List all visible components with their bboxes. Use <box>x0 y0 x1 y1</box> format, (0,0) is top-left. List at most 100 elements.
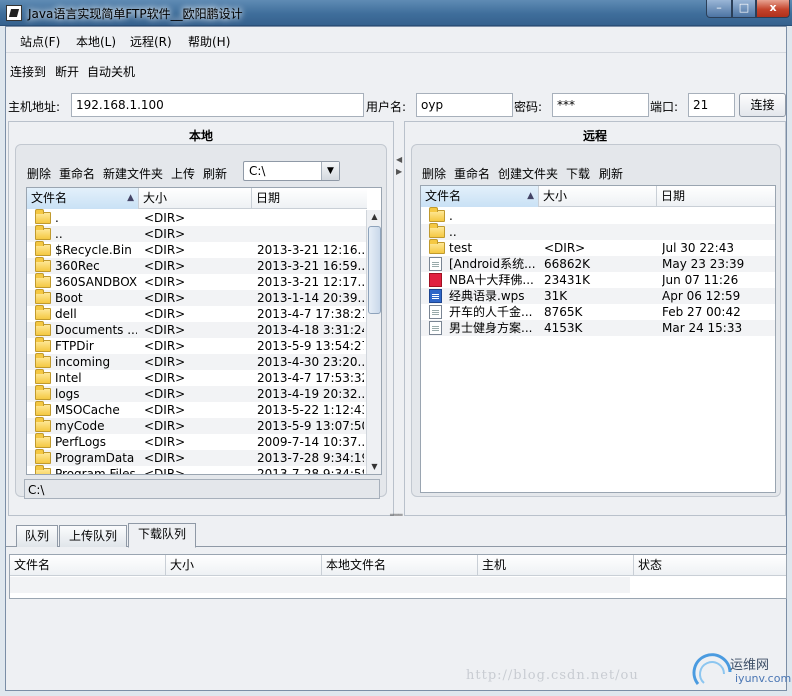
tab-upload-queue[interactable]: 上传队列 <box>59 525 127 547</box>
local-file-row[interactable]: MSOCache <DIR> 2013-5-22 1:12:43 <box>27 401 366 418</box>
drive-select[interactable]: C:\ ▼ <box>243 161 340 181</box>
close-button[interactable]: x <box>756 0 790 18</box>
remote-cell-name: . <box>449 209 453 223</box>
local-file-row[interactable]: incoming <DIR> 2013-4-30 23:20... <box>27 353 366 370</box>
maximize-button[interactable]: □ <box>732 0 756 18</box>
split-left-arrow-icon[interactable]: ◀ <box>396 155 402 164</box>
local-delete-button[interactable]: 删除 <box>27 165 51 182</box>
scroll-down-icon[interactable]: ▼ <box>367 460 381 474</box>
remote-cell-size: 8765K <box>544 305 583 319</box>
local-refresh-button[interactable]: 刷新 <box>203 165 227 182</box>
remote-cell-date: Jun 07 11:26 <box>662 273 739 287</box>
local-scrollbar[interactable]: ▲ ▼ <box>366 210 381 474</box>
local-file-row[interactable]: PerfLogs <DIR> 2009-7-14 10:37... <box>27 433 366 450</box>
auto-shutdown-button[interactable]: 自动关机 <box>87 63 135 80</box>
queue-col-local-name[interactable]: 本地文件名 <box>322 555 478 576</box>
app-icon <box>6 5 22 21</box>
local-file-row[interactable]: Intel <DIR> 2013-4-7 17:53:32 <box>27 369 366 386</box>
brand-name: 运维网 <box>730 658 770 673</box>
local-cell-size: <DIR> <box>144 275 186 289</box>
remote-file-row[interactable]: [Android系统... 66862K May 23 23:39 <box>421 256 775 272</box>
split-grip-icon[interactable]: ═══ <box>390 511 403 519</box>
local-file-row[interactable]: dell <DIR> 2013-4-7 17:38:21 <box>27 305 366 322</box>
title-bar: Java语言实现简单FTP软件__欧阳鹏设计 – □ x <box>0 0 792 26</box>
remote-file-row[interactable]: . <box>421 207 775 224</box>
local-panel-title: 本地 <box>188 129 213 143</box>
remote-file-row[interactable]: 经典语录.wps 31K Apr 06 12:59 <box>421 288 775 304</box>
disconnect-button[interactable]: 断开 <box>55 63 79 80</box>
remote-col-date[interactable]: 日期 <box>657 186 775 207</box>
menu-site[interactable]: 站点(F) <box>20 33 60 50</box>
remote-col-size[interactable]: 大小 <box>539 186 657 207</box>
local-file-row[interactable]: . <DIR> <box>27 209 366 226</box>
local-col-name[interactable]: 文件名 ▲ <box>27 188 139 209</box>
password-input[interactable]: *** <box>552 93 649 117</box>
local-cell-date: 2013-3-21 12:16... <box>257 243 364 257</box>
user-label: 用户名: <box>366 100 407 114</box>
local-cell-size: <DIR> <box>144 323 186 337</box>
remote-delete-button[interactable]: 删除 <box>422 165 446 182</box>
remote-file-row[interactable]: 开车的人千金... 8765K Feb 27 00:42 <box>421 304 775 320</box>
menu-help[interactable]: 帮助(H) <box>188 33 230 50</box>
local-file-row[interactable]: logs <DIR> 2013-4-19 20:32... <box>27 385 366 402</box>
connect-to-button[interactable]: 连接到 <box>10 63 46 80</box>
port-input[interactable]: 21 <box>688 93 735 117</box>
user-input[interactable]: oyp <box>416 93 513 117</box>
local-file-row[interactable]: ProgramData <DIR> 2013-7-28 9:34:19 <box>27 449 366 466</box>
local-file-row[interactable]: Program Files <DIR> 2013-7-28 9:34:58 <box>27 465 366 474</box>
local-cell-name: PerfLogs <box>55 435 107 449</box>
menu-local[interactable]: 本地(L) <box>76 33 116 50</box>
local-file-row[interactable]: myCode <DIR> 2013-5-9 13:07:50 <box>27 417 366 434</box>
queue-col-name[interactable]: 文件名 <box>10 555 166 576</box>
host-input[interactable]: 192.168.1.100 <box>71 93 364 117</box>
remote-refresh-button[interactable]: 刷新 <box>599 165 623 182</box>
remote-rename-button[interactable]: 重命名 <box>454 165 490 182</box>
main-window: 站点(F) 本地(L) 远程(R) 帮助(H) 连接到 断开 自动关机 主机地址… <box>5 26 787 691</box>
queue-col-host[interactable]: 主机 <box>478 555 634 576</box>
remote-file-row[interactable]: 男士健身方案... 4153K Mar 24 15:33 <box>421 320 775 336</box>
queue-col-size[interactable]: 大小 <box>166 555 322 576</box>
chevron-down-icon[interactable]: ▼ <box>321 162 339 180</box>
local-file-row[interactable]: FTPDir <DIR> 2013-5-9 13:54:27 <box>27 337 366 354</box>
local-file-row[interactable]: $Recycle.Bin <DIR> 2013-3-21 12:16... <box>27 241 366 258</box>
folder-icon <box>35 305 51 320</box>
minimize-button[interactable]: – <box>706 0 732 18</box>
port-label: 端口: <box>650 100 679 114</box>
local-file-row[interactable]: 360Rec <DIR> 2013-3-21 16:59... <box>27 257 366 274</box>
local-rename-button[interactable]: 重命名 <box>59 165 95 182</box>
local-cell-date: 2013-3-21 12:17... <box>257 275 364 289</box>
remote-file-row[interactable]: .. <box>421 223 775 240</box>
local-cell-name: Intel <box>55 371 82 385</box>
remote-col-name[interactable]: 文件名 ▲ <box>421 186 539 207</box>
queue-col-status[interactable]: 状态 <box>634 555 786 576</box>
local-col-date[interactable]: 日期 <box>252 188 367 209</box>
watermark: http://blog.csdn.net/ou <box>466 668 639 683</box>
remote-download-button[interactable]: 下载 <box>566 165 590 182</box>
local-col-name-label: 文件名 <box>31 191 68 205</box>
remote-file-row[interactable]: test <DIR> Jul 30 22:43 <box>421 239 775 256</box>
remote-cell-date: Jul 30 22:43 <box>662 241 734 255</box>
folder-icon <box>35 337 51 352</box>
local-scroll-thumb[interactable] <box>368 226 381 314</box>
remote-file-row[interactable]: NBA十大拜佛... 23431K Jun 07 11:26 <box>421 272 775 288</box>
tab-queue[interactable]: 队列 <box>16 525 58 547</box>
remote-cell-name: NBA十大拜佛... <box>449 273 534 287</box>
connect-button[interactable]: 连接 <box>739 93 786 117</box>
local-new-folder-button[interactable]: 新建文件夹 <box>103 165 163 182</box>
window-title: Java语言实现简单FTP软件__欧阳鹏设计 <box>28 7 243 21</box>
remote-table-header: 文件名 ▲ 大小 日期 <box>421 186 775 207</box>
local-cell-date: 2013-1-14 20:39... <box>257 291 364 305</box>
local-file-row[interactable]: 360SANDBOX <DIR> 2013-3-21 12:17... <box>27 273 366 290</box>
local-file-row[interactable]: .. <DIR> <box>27 225 366 242</box>
split-right-arrow-icon[interactable]: ▶ <box>396 167 402 176</box>
local-upload-button[interactable]: 上传 <box>171 165 195 182</box>
local-col-size[interactable]: 大小 <box>139 188 252 209</box>
remote-create-folder-button[interactable]: 创建文件夹 <box>498 165 558 182</box>
menu-remote[interactable]: 远程(R) <box>130 33 172 50</box>
tab-download-queue[interactable]: 下载队列 <box>128 523 196 548</box>
local-file-row[interactable]: Boot <DIR> 2013-1-14 20:39... <box>27 289 366 306</box>
scroll-up-icon[interactable]: ▲ <box>367 210 381 224</box>
local-cell-size: <DIR> <box>144 291 186 305</box>
queue-table: 文件名 大小 本地文件名 主机 状态 <box>9 554 787 599</box>
local-file-row[interactable]: Documents ... <DIR> 2013-4-18 3:31:24 <box>27 321 366 338</box>
